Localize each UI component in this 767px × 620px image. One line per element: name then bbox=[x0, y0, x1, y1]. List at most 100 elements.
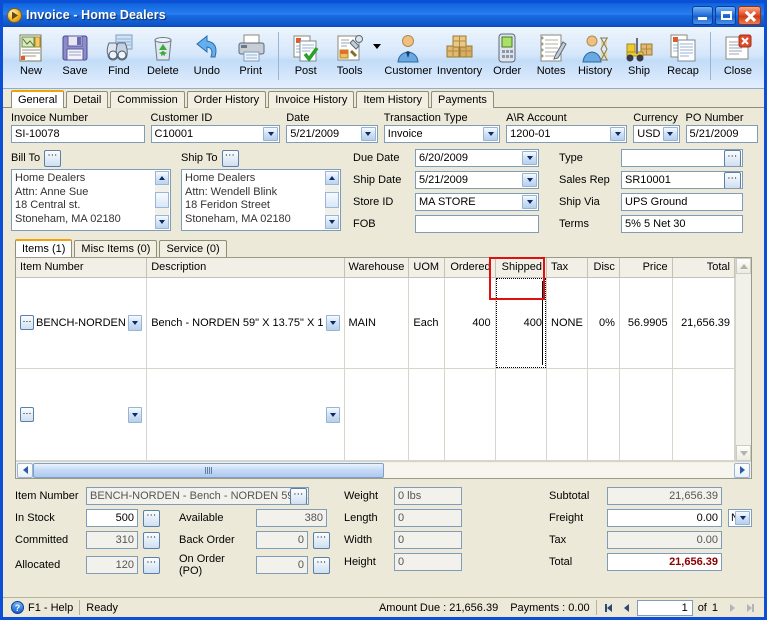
cell-price[interactable]: 56.9905 bbox=[619, 277, 673, 370]
chevron-down-icon[interactable] bbox=[325, 406, 340, 423]
cell-disc[interactable] bbox=[587, 368, 620, 461]
detail-item-number-input[interactable]: BENCH-NORDEN - Bench - NORDEN 59" X : ⋯ bbox=[86, 487, 309, 505]
tab-payments[interactable]: Payments bbox=[431, 91, 494, 108]
tab-detail[interactable]: Detail bbox=[66, 91, 109, 108]
cell-total[interactable]: 21,656.39 bbox=[672, 277, 736, 370]
cell-item-number[interactable]: ⋯ bbox=[16, 368, 148, 461]
chevron-down-icon[interactable] bbox=[325, 314, 340, 331]
h-scroll-thumb[interactable] bbox=[33, 462, 384, 478]
cell-ordered[interactable]: 400 bbox=[444, 277, 496, 370]
tab-general[interactable]: General bbox=[11, 90, 65, 108]
ship-to-address[interactable]: Home Dealers Attn: Wendell Blink 18 Feri… bbox=[181, 169, 341, 231]
back-order-value[interactable]: 0 bbox=[256, 531, 308, 549]
chevron-down-icon[interactable] bbox=[483, 127, 499, 141]
allocated-value[interactable]: 120 bbox=[86, 556, 138, 574]
toolbar-print-button[interactable]: Print bbox=[229, 30, 273, 77]
toolbar-delete-button[interactable]: Delete bbox=[141, 30, 185, 77]
committed-value[interactable]: 310 bbox=[86, 531, 138, 549]
first-record-button[interactable] bbox=[601, 600, 617, 615]
ship-to-scrollbar[interactable] bbox=[325, 171, 339, 229]
table-row[interactable]: ⋯ BENCH-NORDEN Bench - NORDEN 59" X 13.7… bbox=[16, 277, 736, 370]
col-warehouse[interactable]: Warehouse bbox=[344, 258, 410, 278]
transaction-type-combo[interactable]: Invoice bbox=[383, 125, 501, 143]
chevron-down-icon[interactable] bbox=[735, 511, 750, 525]
toolbar-notes-button[interactable]: Notes bbox=[529, 30, 573, 77]
col-price[interactable]: Price bbox=[619, 258, 673, 278]
cell-warehouse[interactable]: MAIN bbox=[344, 277, 410, 370]
close-window-button[interactable] bbox=[738, 5, 761, 25]
current-page-input[interactable]: 1 bbox=[636, 599, 693, 616]
status-help[interactable]: ? F1 - Help bbox=[5, 600, 79, 616]
scroll-right-icon[interactable] bbox=[734, 462, 750, 478]
scroll-up-icon[interactable] bbox=[155, 171, 169, 185]
on-order-value[interactable]: 0 bbox=[256, 556, 308, 574]
toolbar-post-button[interactable]: Post bbox=[284, 30, 328, 77]
on-order-lookup-button[interactable]: ⋯ bbox=[313, 556, 330, 574]
bill-to-lookup-button[interactable]: ⋯ bbox=[44, 149, 62, 167]
toolbar-find-button[interactable]: Find bbox=[97, 30, 141, 77]
cell-item-number[interactable]: ⋯ BENCH-NORDEN bbox=[16, 277, 148, 370]
grid-vertical-scrollbar[interactable] bbox=[735, 258, 751, 461]
chevron-down-icon[interactable] bbox=[522, 173, 537, 187]
cell-shipped[interactable] bbox=[495, 368, 548, 461]
cell-uom[interactable]: Each bbox=[408, 277, 445, 370]
cell-uom[interactable] bbox=[408, 368, 445, 461]
cell-warehouse[interactable] bbox=[344, 368, 410, 461]
invoice-number-input[interactable]: SI-10078 bbox=[11, 125, 145, 143]
toolbar-customer-button[interactable]: Customer bbox=[383, 30, 434, 77]
ship-via-input[interactable]: UPS Ground bbox=[621, 193, 743, 211]
last-record-button[interactable] bbox=[742, 600, 758, 615]
in-stock-lookup-button[interactable]: ⋯ bbox=[143, 509, 160, 527]
minimize-button[interactable] bbox=[692, 5, 713, 25]
item-lookup-button[interactable]: ⋯ bbox=[20, 407, 34, 423]
chevron-down-icon[interactable] bbox=[128, 406, 143, 423]
chevron-down-icon[interactable] bbox=[263, 127, 279, 141]
next-record-button[interactable] bbox=[724, 600, 740, 615]
ship-date-combo[interactable]: 5/21/2009 bbox=[415, 171, 539, 189]
scroll-up-icon[interactable] bbox=[325, 171, 339, 185]
cell-description[interactable]: Bench - NORDEN 59" X 13.75" X 1 bbox=[146, 277, 345, 370]
h-scroll-track[interactable] bbox=[33, 462, 734, 478]
allocated-lookup-button[interactable]: ⋯ bbox=[143, 556, 160, 574]
toolbar-tools-button[interactable]: Tools bbox=[328, 30, 372, 77]
col-ordered[interactable]: Ordered bbox=[444, 258, 496, 278]
item-tab-items[interactable]: Items (1) bbox=[15, 239, 73, 257]
cell-tax[interactable]: NONE bbox=[546, 277, 588, 370]
customer-id-combo[interactable]: C10001 bbox=[150, 125, 281, 143]
cell-shipped[interactable]: 400 bbox=[495, 277, 548, 370]
col-item-number[interactable]: Item Number bbox=[16, 258, 148, 278]
terms-input[interactable]: 5% 5 Net 30 bbox=[621, 215, 743, 233]
bill-to-address[interactable]: Home Dealers Attn: Anne Sue 18 Central s… bbox=[11, 169, 171, 231]
scroll-thumb[interactable] bbox=[325, 192, 339, 208]
toolbar-recap-button[interactable]: Recap bbox=[661, 30, 705, 77]
sales-rep-input[interactable]: SR10001 ⋯ bbox=[621, 171, 743, 189]
tools-dropdown-arrow-icon[interactable] bbox=[372, 44, 381, 49]
tab-invoice-history[interactable]: Invoice History bbox=[268, 91, 355, 108]
toolbar-new-button[interactable]: New bbox=[9, 30, 53, 77]
cell-total[interactable] bbox=[672, 368, 736, 461]
due-date-combo[interactable]: 6/20/2009 bbox=[415, 149, 539, 167]
po-number-input[interactable]: 5/21/2009 bbox=[685, 125, 758, 143]
type-lookup-button[interactable]: ⋯ bbox=[724, 150, 741, 166]
date-combo[interactable]: 5/21/2009 bbox=[286, 125, 378, 143]
type-input[interactable]: ⋯ bbox=[621, 149, 743, 167]
committed-lookup-button[interactable]: ⋯ bbox=[143, 531, 160, 549]
chevron-down-icon[interactable] bbox=[360, 127, 376, 141]
store-id-combo[interactable]: MA STORE bbox=[415, 193, 539, 211]
bill-to-scrollbar[interactable] bbox=[155, 171, 169, 229]
item-tab-service[interactable]: Service (0) bbox=[159, 240, 227, 257]
toolbar-history-button[interactable]: History bbox=[573, 30, 617, 77]
toolbar-ship-button[interactable]: Ship bbox=[617, 30, 661, 77]
toolbar-close-button[interactable]: Close bbox=[716, 30, 760, 77]
cell-disc[interactable]: 0% bbox=[587, 277, 620, 370]
grid-horizontal-scrollbar[interactable] bbox=[16, 461, 751, 478]
table-row[interactable]: ⋯ bbox=[16, 368, 736, 461]
toolbar-inventory-button[interactable]: Inventory bbox=[434, 30, 485, 77]
maximize-button[interactable] bbox=[715, 5, 736, 25]
col-tax[interactable]: Tax bbox=[546, 258, 588, 278]
ship-to-lookup-button[interactable]: ⋯ bbox=[221, 149, 239, 167]
previous-record-button[interactable] bbox=[619, 600, 635, 615]
chevron-down-icon[interactable] bbox=[128, 314, 143, 331]
col-uom[interactable]: UOM bbox=[408, 258, 445, 278]
col-description[interactable]: Description bbox=[146, 258, 345, 278]
